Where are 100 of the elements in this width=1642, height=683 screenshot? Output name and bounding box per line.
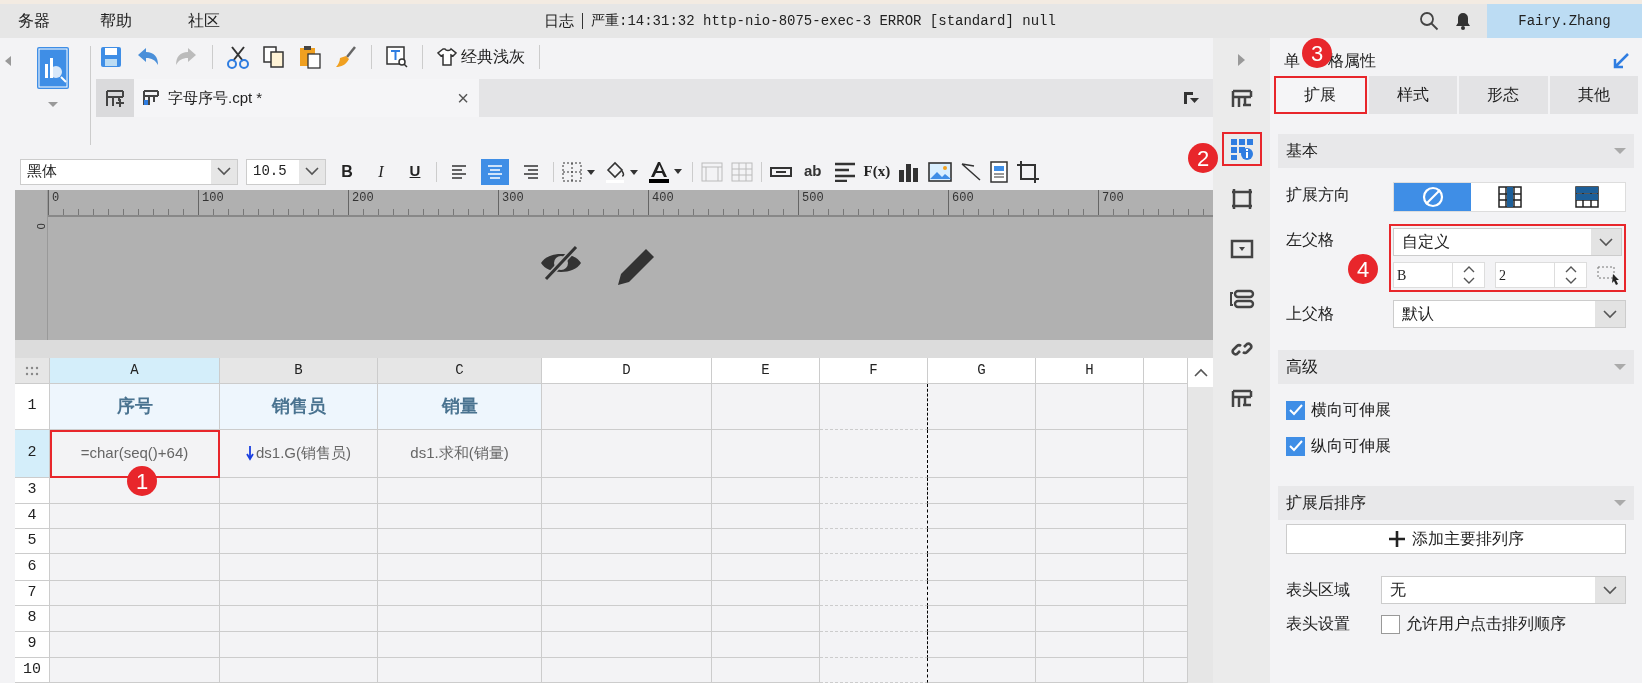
column-header[interactable]: C	[378, 358, 542, 385]
column-header[interactable]	[1144, 358, 1188, 385]
row-header[interactable]: 10	[15, 657, 50, 683]
formula-button[interactable]: F(x)	[863, 160, 891, 183]
paste-icon[interactable]	[299, 45, 321, 69]
font-select[interactable]: 黑体	[20, 158, 238, 185]
table-cell[interactable]: 销量	[378, 384, 542, 430]
direction-option[interactable]	[1394, 183, 1471, 211]
scrollbar-track[interactable]	[1188, 358, 1213, 683]
text-tool-button[interactable]: ab	[804, 160, 822, 183]
document-icon[interactable]	[990, 160, 1009, 183]
eye-slash-icon[interactable]	[538, 245, 584, 281]
crop-icon[interactable]	[1016, 159, 1041, 184]
table-cell[interactable]	[820, 554, 928, 581]
log-label[interactable]: 日志	[544, 9, 574, 33]
dropdown-box-icon[interactable]	[1229, 238, 1254, 260]
table-cell[interactable]: ds1.求和(销量)	[378, 429, 542, 479]
collapse-icon[interactable]	[1614, 500, 1626, 506]
row-header[interactable]: 1	[15, 384, 50, 430]
checkbox[interactable]	[1381, 614, 1400, 634]
new-tab-button[interactable]	[96, 79, 134, 117]
border-icon[interactable]	[562, 161, 596, 182]
collapse-icon[interactable]	[1614, 148, 1626, 154]
row-header[interactable]: 6	[15, 554, 50, 581]
bold-button[interactable]: B	[334, 159, 360, 184]
table-cell[interactable]	[820, 529, 928, 555]
theme-button[interactable]: 经典浅灰	[437, 45, 525, 69]
menu-item[interactable]: 社区	[188, 9, 220, 33]
panel-tab[interactable]: 样式	[1368, 76, 1457, 114]
table-grid-icon[interactable]	[731, 161, 753, 182]
table-cell[interactable]: 销售员	[220, 384, 378, 430]
column-header[interactable]: B	[220, 358, 378, 385]
paragraph-icon[interactable]	[833, 161, 856, 182]
table-cell[interactable]	[820, 429, 928, 479]
image-icon[interactable]	[928, 161, 953, 182]
close-tab-button[interactable]: ×	[457, 83, 469, 113]
table-cell[interactable]	[820, 478, 928, 504]
menu-item[interactable]: 帮助	[100, 9, 132, 33]
condition-icon[interactable]	[1228, 288, 1255, 310]
table-cell[interactable]	[820, 632, 928, 658]
menu-item[interactable]: 务器	[18, 9, 50, 33]
expand-right-icon[interactable]	[1238, 54, 1245, 66]
row-header[interactable]: 9	[15, 632, 50, 658]
italic-button[interactable]: I	[368, 159, 394, 184]
table-cell[interactable]: 序号	[50, 384, 220, 430]
section-header[interactable]: 基本	[1278, 134, 1634, 168]
table-cell[interactable]	[820, 606, 928, 633]
row-header[interactable]: 4	[15, 503, 50, 530]
row-header[interactable]: 3	[15, 478, 50, 504]
cell-picker-icon[interactable]	[1597, 264, 1621, 286]
bar-chart-icon[interactable]	[898, 161, 921, 182]
column-header[interactable]: E	[712, 358, 820, 385]
save-icon[interactable]	[100, 46, 122, 68]
checkbox[interactable]	[1286, 436, 1305, 456]
direction-selector[interactable]	[1393, 182, 1626, 212]
add-sort-button[interactable]: 添加主要排列序	[1286, 524, 1626, 554]
caret-icon[interactable]	[47, 102, 58, 107]
report-app-icon[interactable]	[35, 46, 70, 90]
info-grid-icon[interactable]	[1228, 137, 1255, 161]
checkbox-label[interactable]: 横向可伸展	[1311, 398, 1391, 422]
slash-line-icon[interactable]	[960, 161, 983, 182]
table-cell[interactable]	[820, 384, 928, 430]
find-text-icon[interactable]	[386, 46, 408, 68]
panel-tab[interactable]: 扩展	[1274, 76, 1367, 114]
collapse-left-icon[interactable]	[4, 56, 11, 66]
arrow-icon[interactable]	[1612, 52, 1630, 70]
brush-icon[interactable]	[335, 46, 357, 68]
undo-icon[interactable]	[136, 47, 160, 67]
fill-color-icon[interactable]	[604, 160, 640, 183]
file-tab[interactable]: 字母序号.cpt * ×	[134, 79, 479, 117]
bell-icon[interactable]	[1455, 12, 1471, 30]
align-center-button[interactable]	[481, 158, 509, 185]
row-header[interactable]: 5	[15, 529, 50, 555]
cut-icon[interactable]	[227, 45, 249, 69]
top-parent-select[interactable]: 默认	[1393, 300, 1626, 328]
font-color-icon[interactable]	[648, 159, 684, 184]
font-size-select[interactable]: 10.5	[246, 158, 326, 185]
panel-tab[interactable]: 其他	[1549, 76, 1638, 114]
row-header[interactable]: 7	[15, 580, 50, 607]
column-header[interactable]: F	[820, 358, 928, 385]
table-cell[interactable]	[820, 580, 928, 607]
column-header[interactable]: A	[50, 358, 220, 385]
collapse-panel-icon[interactable]	[1183, 91, 1199, 105]
header-area-select[interactable]: 无	[1381, 576, 1626, 604]
side-tab-button[interactable]	[1221, 132, 1262, 166]
redo-icon[interactable]	[174, 47, 198, 67]
table-cell[interactable]	[820, 503, 928, 530]
section-header[interactable]: 扩展后排序	[1278, 486, 1634, 520]
table-cell[interactable]: ds1.G(销售员)	[220, 429, 378, 479]
select-all-corner[interactable]	[15, 358, 50, 385]
collapse-icon[interactable]	[1614, 364, 1626, 370]
row-header[interactable]: 8	[15, 606, 50, 633]
column-header[interactable]: H	[1036, 358, 1144, 385]
column-spinner[interactable]: B	[1393, 262, 1485, 288]
panel-tab[interactable]: 形态	[1459, 76, 1548, 114]
merge-cells-icon[interactable]	[701, 161, 723, 182]
row-spinner[interactable]: 2	[1495, 262, 1587, 288]
column-header[interactable]: D	[542, 358, 712, 385]
copy-icon[interactable]	[263, 46, 285, 68]
checkbox-label[interactable]: 允许用户点击排列顺序	[1406, 612, 1566, 636]
